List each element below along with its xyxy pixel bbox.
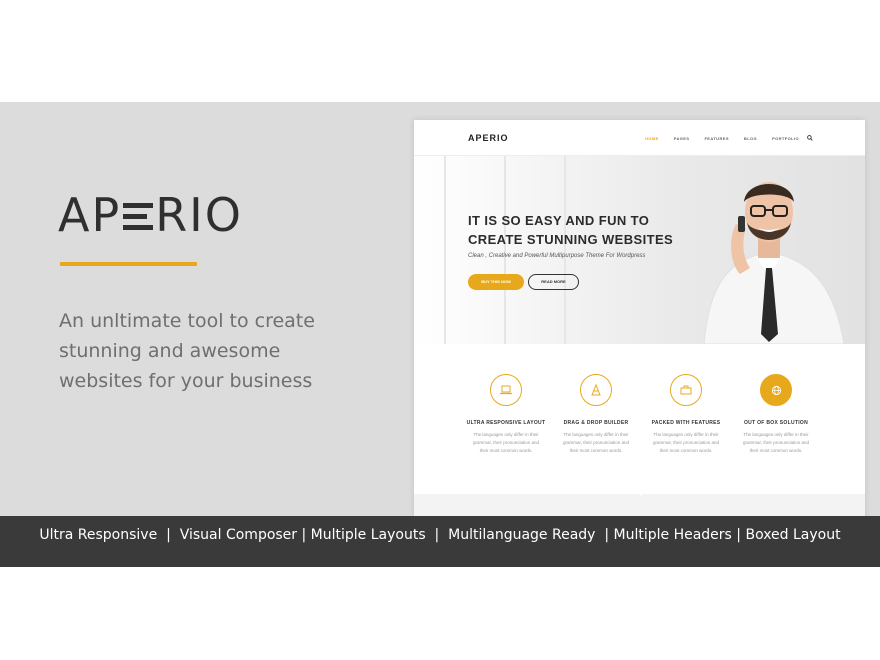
feature-card: DRAG & DROP BUILDER The languages only d… (551, 374, 641, 455)
buy-now-button[interactable]: BUY THIS NOW (468, 274, 524, 290)
feature-card: ULTRA RESPONSIVE LAYOUT The languages on… (461, 374, 551, 455)
hero-subtitle: Clean , Creative and Powerful Multipurpo… (468, 253, 646, 259)
feature-text: The languages only differ in their gramm… (472, 432, 540, 453)
features-bar: Ultra Responsive | Visual Composer | Mul… (0, 516, 880, 567)
feature-title: PACKED WITH FEATURES (651, 420, 721, 426)
logo-text-start: AP (58, 188, 122, 242)
read-more-button[interactable]: READ MORE (528, 274, 579, 290)
logo-e-glyph (123, 199, 154, 233)
feature-text: The languages only differ in their gramm… (742, 432, 810, 453)
aperio-logo: AP RIO (58, 188, 243, 242)
nav-item-home[interactable]: HOME (645, 136, 659, 141)
feature-text: The languages only differ in their gramm… (562, 432, 630, 453)
nav-item-pages[interactable]: PAGES (674, 136, 690, 141)
tagline: An unltimate tool to create stunning and… (59, 310, 315, 392)
promo-banner: AP RIO An unltimate tool to create stunni… (0, 102, 880, 567)
search-icon[interactable] (807, 135, 813, 143)
preview-nav: HOME PAGES FEATURES BLOG PORTFOLIO (645, 136, 799, 141)
accent-divider (60, 262, 197, 266)
preview-header: APERIO HOME PAGES FEATURES BLOG PORTFOLI… (414, 120, 865, 156)
preview-features: ULTRA RESPONSIVE LAYOUT The languages on… (414, 344, 865, 494)
hero-window-background (414, 156, 614, 344)
globe-icon (760, 374, 792, 406)
logo-text-end: RIO (155, 188, 243, 242)
businessman-photo (703, 182, 845, 344)
laptop-icon (490, 374, 522, 406)
feature-title: OUT OF BOX SOLUTION (743, 420, 809, 426)
preview-logo[interactable]: APERIO (468, 133, 509, 143)
hero-title: IT IS SO EASY AND FUN TO CREATE STUNNING… (468, 211, 673, 249)
theme-preview-window: APERIO HOME PAGES FEATURES BLOG PORTFOLI… (414, 120, 865, 520)
nav-item-portfolio[interactable]: PORTFOLIO (772, 136, 799, 141)
feature-text: The languages only differ in their gramm… (652, 432, 720, 453)
hero-title-line-2: CREATE STUNNING WEBSITES (468, 232, 674, 247)
nav-item-blog[interactable]: BLOG (744, 136, 757, 141)
feature-title: ULTRA RESPONSIVE LAYOUT (466, 420, 546, 426)
feature-card: OUT OF BOX SOLUTION The languages only d… (731, 374, 821, 455)
cone-icon (580, 374, 612, 406)
preview-hero: IT IS SO EASY AND FUN TO CREATE STUNNING… (414, 156, 865, 344)
nav-item-features[interactable]: FEATURES (704, 136, 728, 141)
section-arrow (635, 490, 647, 496)
hero-title-line-1: IT IS SO EASY AND FUN TO (468, 213, 650, 228)
briefcase-icon (670, 374, 702, 406)
feature-card: PACKED WITH FEATURES The languages only … (641, 374, 731, 455)
feature-title: DRAG & DROP BUILDER (563, 420, 629, 426)
